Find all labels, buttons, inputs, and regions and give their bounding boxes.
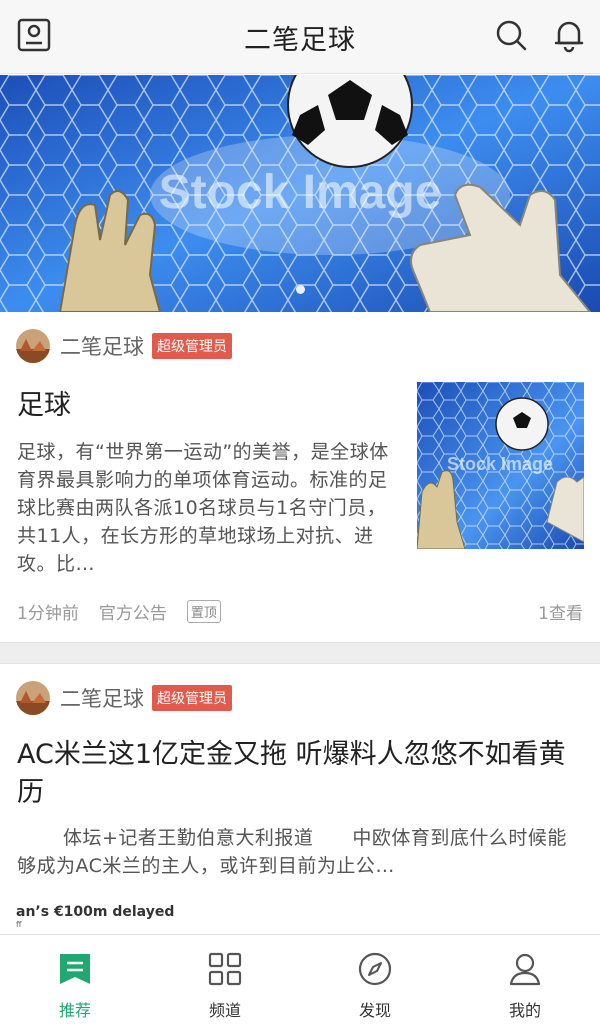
nav-mine[interactable]: 我的	[450, 935, 600, 1024]
section-divider	[0, 642, 600, 664]
top-bar: 二笔足球	[0, 0, 600, 74]
article-excerpt[interactable]: 足球，有“世界第一运动”的美誉，是全球体育界最具影响力的单项体育运动。标准的足球…	[17, 438, 395, 578]
grid-icon	[208, 952, 242, 986]
nav-label: 频道	[208, 1001, 241, 1020]
nav-label: 推荐	[58, 1001, 91, 1020]
banner-carousel[interactable]: Stock Image	[0, 75, 600, 312]
author-avatar[interactable]	[16, 329, 50, 363]
article-excerpt[interactable]: 体坛+记者王勤伯意大利报道 中欧体育到底什么时候能够成为AC米兰的主人，或许到目…	[17, 824, 585, 882]
author-avatar[interactable]	[16, 681, 50, 715]
person-icon	[509, 953, 541, 986]
nav-label: 发现	[358, 1001, 391, 1020]
article-meta: 1分钟前 官方公告 置顶	[17, 599, 241, 624]
nav-label: 我的	[508, 1001, 541, 1020]
banner-watermark: Stock Image	[159, 166, 442, 219]
nav-channels[interactable]: 频道	[150, 935, 300, 1024]
view-count: 1查看	[538, 604, 583, 624]
search-icon[interactable]	[493, 17, 529, 53]
author-name[interactable]: 二笔足球	[60, 683, 144, 713]
article-thumbnail[interactable]: Stock Image	[417, 382, 584, 549]
author-row: 二笔足球 超级管理员	[16, 680, 232, 716]
article-title[interactable]: 足球	[17, 387, 71, 425]
nav-recommend[interactable]: 推荐	[0, 935, 150, 1024]
banner-image: Stock Image	[0, 75, 600, 312]
pinned-tag: 置顶	[186, 600, 221, 623]
bottom-nav: 推荐 频道 发现 我的	[0, 934, 600, 1024]
thumbnail-watermark: Stock Image	[447, 454, 553, 474]
role-badge: 超级管理员	[152, 333, 232, 359]
article-card[interactable]: 二笔足球 超级管理员 足球 足球，有“世界第一运动”的美誉，是全球体育界最具影响…	[0, 312, 600, 642]
carousel-dot[interactable]	[295, 285, 305, 294]
compass-icon	[358, 952, 392, 986]
article-card[interactable]: 二笔足球 超级管理员 AC米兰这1亿定金又拖 听爆料人忽悠不如看黄历 体坛+记者…	[0, 664, 600, 934]
image-caption-sub: ff	[16, 920, 22, 929]
image-caption-peek: an’s €100m delayed	[16, 904, 175, 920]
article-title[interactable]: AC米兰这1亿定金又拖 听爆料人忽悠不如看黄历	[17, 736, 587, 812]
post-time: 1分钟前	[17, 604, 79, 624]
author-row: 二笔足球 超级管理员	[16, 328, 232, 364]
author-name[interactable]: 二笔足球	[60, 331, 144, 361]
role-badge: 超级管理员	[152, 685, 232, 711]
post-category[interactable]: 官方公告	[99, 599, 167, 624]
nav-discover[interactable]: 发现	[300, 935, 450, 1024]
recommend-icon	[60, 954, 90, 984]
bell-icon[interactable]	[551, 17, 587, 53]
carousel-indicator[interactable]	[0, 279, 600, 298]
